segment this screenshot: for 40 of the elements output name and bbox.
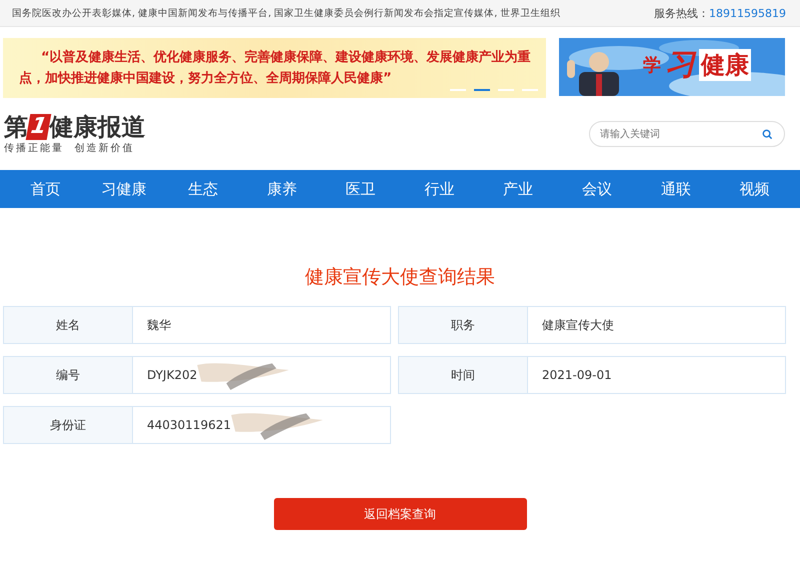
hotline-number: 18911595819 (709, 6, 786, 20)
carousel-indicator[interactable] (498, 89, 514, 91)
nav-link[interactable]: 通联 (636, 180, 716, 198)
page-title: 健康宣传大使查询结果 (304, 265, 496, 290)
nav-link[interactable]: 首页 (6, 180, 85, 198)
nav-link[interactable]: 生态 (164, 180, 242, 198)
carousel-indicator[interactable] (474, 89, 490, 91)
nav-link[interactable]: 产业 (478, 180, 558, 198)
banner-word: 学 (643, 54, 661, 77)
nav-link[interactable]: 视频 (715, 180, 794, 198)
value-text: DYJK202 (147, 368, 198, 382)
search-icon[interactable] (762, 129, 773, 140)
banner-word: 健康 (699, 49, 751, 81)
field-label: 姓名 (4, 307, 133, 343)
slogan-text: “以普及健康生活、优化健康服务、完善健康保障、建设健康环境、发展健康产业为重点，加快推进健康中国建设，努力全方位、全周期保障人民健康” (19, 48, 532, 88)
logo-text: 第 (4, 113, 28, 141)
nav-link[interactable]: 行业 (400, 180, 479, 198)
value-text: 2021-09-01 (542, 368, 612, 382)
logo-subtitle: 传播正能量 创造新价值 (4, 142, 136, 155)
search-field[interactable]: 请输入关键词 (589, 121, 785, 147)
slogan-banner[interactable]: “以普及健康生活、优化健康服务、完善健康保障、建设健康环境、发展健康产业为重点，加快推进健康中国建设，努力全方位、全周期保障人民健康” (3, 38, 546, 98)
value-text: 健康宣传大使 (542, 316, 614, 334)
tagline: 国务院医改办公开表彰媒体, 健康中国新闻发布与传播平台, 国家卫生健康委员会例行新闻发布会指定宣传媒体, 世界卫生组织 (12, 6, 560, 20)
hotline-label: 服务热线： (654, 6, 710, 20)
value-text: 魏华 (147, 316, 171, 334)
field-label: 职务 (399, 307, 528, 343)
value-text: 44030119621 (147, 418, 231, 432)
carousel-indicator[interactable] (450, 89, 466, 91)
field-label: 身份证 (4, 407, 133, 443)
banner-word: 习 (665, 48, 695, 82)
back-button[interactable]: 返回档案查询 (274, 498, 526, 530)
carousel-indicator[interactable] (522, 89, 538, 91)
nav-link[interactable]: 习健康 (84, 180, 164, 198)
field-label: 编号 (4, 357, 133, 393)
nav-link[interactable]: 会议 (558, 180, 636, 198)
nav-link[interactable]: 康养 (242, 180, 322, 198)
logo-text: 健康报道 (49, 113, 146, 141)
nav-link[interactable]: 医卫 (321, 180, 400, 198)
field-label: 时间 (399, 357, 528, 393)
side-banner[interactable]: 学 习 健康 (559, 38, 785, 96)
